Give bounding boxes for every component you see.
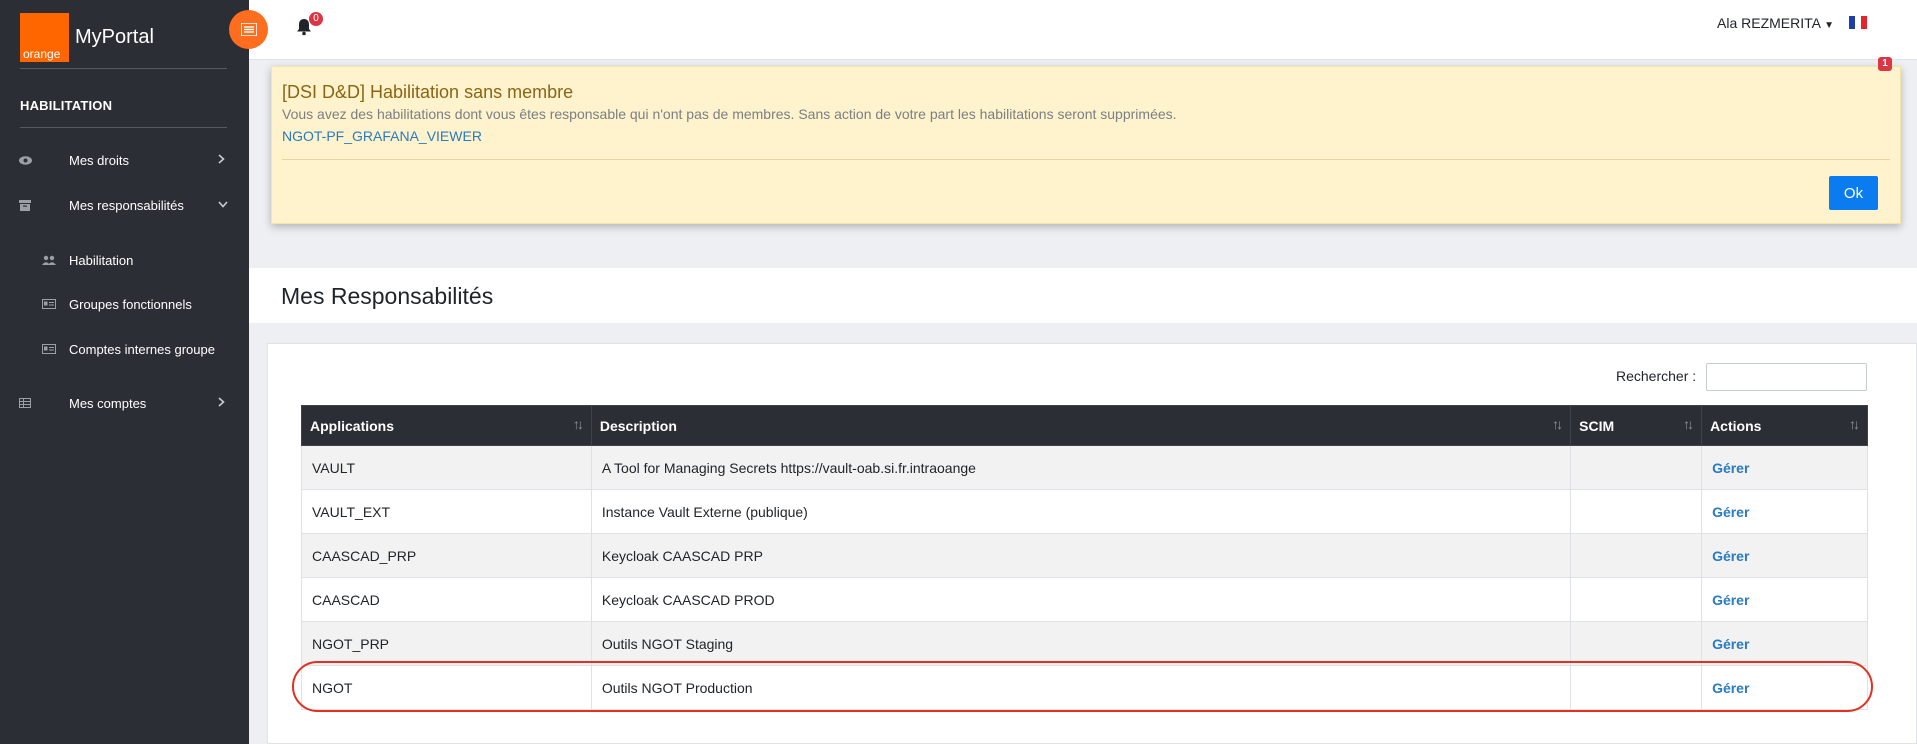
cell-application: NGOT_PRP [301,621,592,666]
page-title: Mes Responsabilités [281,283,494,309]
alert-link[interactable]: NGOT-PF_GRAFANA_VIEWER [282,128,482,144]
column-header-applications[interactable]: Applications ↑↓ [301,405,592,446]
fr-flag-icon[interactable] [1849,16,1867,29]
column-header-description[interactable]: Description ↑↓ [590,405,1572,446]
sort-icon: ↑↓ [1849,416,1860,432]
eye-icon [18,153,32,167]
sidebar-toggle-button[interactable] [229,10,268,49]
caret-down-icon: ▼ [1824,20,1834,31]
sidebar-item-mes-droits[interactable]: Mes droits [0,145,249,175]
cell-application: CAASCAD [301,577,592,622]
sort-icon: ↑↓ [572,416,584,432]
table-row: NGOT_PRP Outils NGOT Staging Gérer [301,621,1868,666]
sidebar-item-label: Comptes internes groupe [69,341,215,357]
manage-link[interactable]: Gérer [1712,548,1749,564]
cell-description: Outils NGOT Staging [590,621,1572,666]
column-header-scim[interactable]: SCIM ↑↓ [1570,405,1703,446]
page-header: Mes Responsabilités [249,268,1917,323]
cell-application: CAASCAD_PRP [301,533,592,578]
alert-count-badge: 1 [1878,57,1892,71]
sidebar: orange MyPortal HABILITATION Mes droits … [0,0,249,744]
sort-icon: ↑↓ [1552,416,1563,432]
table-icon [18,396,32,410]
sidebar-item-mes-comptes[interactable]: Mes comptes [0,388,249,418]
cell-application: VAULT_EXT [301,489,592,534]
app-name: MyPortal [75,26,154,48]
menu-icon [240,23,257,36]
alert-banner: [DSI D&D] Habilitation sans membre Vous … [271,66,1901,224]
sidebar-item-habilitation[interactable]: Habilitation [0,245,249,275]
sidebar-divider [20,127,227,128]
alert-title: [DSI D&D] Habilitation sans membre [282,82,574,102]
search-input[interactable] [1706,363,1867,391]
manage-link[interactable]: Gérer [1712,460,1749,476]
sidebar-section-title: HABILITATION [20,98,113,113]
chevron-right-icon [218,153,225,167]
id-card-icon [42,297,56,311]
sidebar-item-label: Mes responsabilités [69,197,184,213]
manage-link[interactable]: Gérer [1712,592,1749,608]
notification-count-badge: 0 [309,12,323,26]
cell-application: NGOT [301,665,592,710]
chevron-down-icon [218,199,228,211]
sidebar-item-groupes-fonctionnels[interactable]: Groupes fonctionnels [0,289,249,319]
cell-scim [1570,533,1703,578]
sort-icon: ↑↓ [1683,416,1694,432]
cell-description: Instance Vault Externe (publique) [590,489,1572,534]
alert-message: Vous avez des habilitations dont vous êt… [282,106,1177,122]
table-row: VAULT A Tool for Managing Secrets https:… [301,445,1868,490]
manage-link[interactable]: Gérer [1712,680,1749,696]
users-icon [42,253,56,267]
cell-application: VAULT [301,445,592,490]
sidebar-item-comptes-internes-groupe[interactable]: Comptes internes groupe [0,334,249,364]
brand[interactable]: orange MyPortal [20,13,154,62]
cell-scim [1570,621,1703,666]
id-card-icon [42,342,56,356]
sidebar-item-label: Mes comptes [69,395,147,411]
user-name: Ala REZMERITA [1717,15,1821,31]
alert-divider [282,159,1890,160]
sidebar-divider [20,68,227,69]
responsibilities-table: Applications ↑↓ Description ↑↓ SCIM ↑↓ Acti… [301,405,1868,710]
table-row: CAASCAD Keycloak CAASCAD PROD Gérer [301,577,1868,622]
ok-button[interactable]: Ok [1829,176,1878,210]
sidebar-item-label: Habilitation [69,252,134,268]
table-row: CAASCAD_PRP Keycloak CAASCAD PRP Gérer [301,533,1868,578]
top-bar [249,0,1917,60]
table-row: VAULT_EXT Instance Vault Externe (publiq… [301,489,1868,534]
cell-scim [1570,577,1703,622]
archive-icon [18,198,32,212]
manage-link[interactable]: Gérer [1712,504,1749,520]
sidebar-item-label: Mes droits [69,152,129,168]
user-menu[interactable]: Ala REZMERITA ▼ [1717,15,1834,31]
responsibilities-card: Rechercher : Applications ↑↓ Description ↑… [267,343,1917,744]
chevron-right-icon [218,396,225,410]
column-header-actions[interactable]: Actions ↑↓ [1701,405,1868,446]
orange-logo: orange [20,13,69,62]
cell-description: Keycloak CAASCAD PRP [590,533,1572,578]
sidebar-item-label: Groupes fonctionnels [69,296,192,312]
sidebar-item-mes-responsabilites[interactable]: Mes responsabilités [0,190,249,220]
cell-scim [1570,489,1703,534]
cell-scim [1570,445,1703,490]
cell-description: A Tool for Managing Secrets https://vaul… [590,445,1572,490]
cell-description: Keycloak CAASCAD PROD [590,577,1572,622]
search-label: Rechercher : [1616,368,1697,384]
cell-scim [1570,665,1703,710]
cell-description: Outils NGOT Production [590,665,1572,710]
table-header-row: Applications ↑↓ Description ↑↓ SCIM ↑↓ Acti… [301,405,1868,446]
table-row: NGOT Outils NGOT Production Gérer [301,665,1868,710]
manage-link[interactable]: Gérer [1712,636,1749,652]
